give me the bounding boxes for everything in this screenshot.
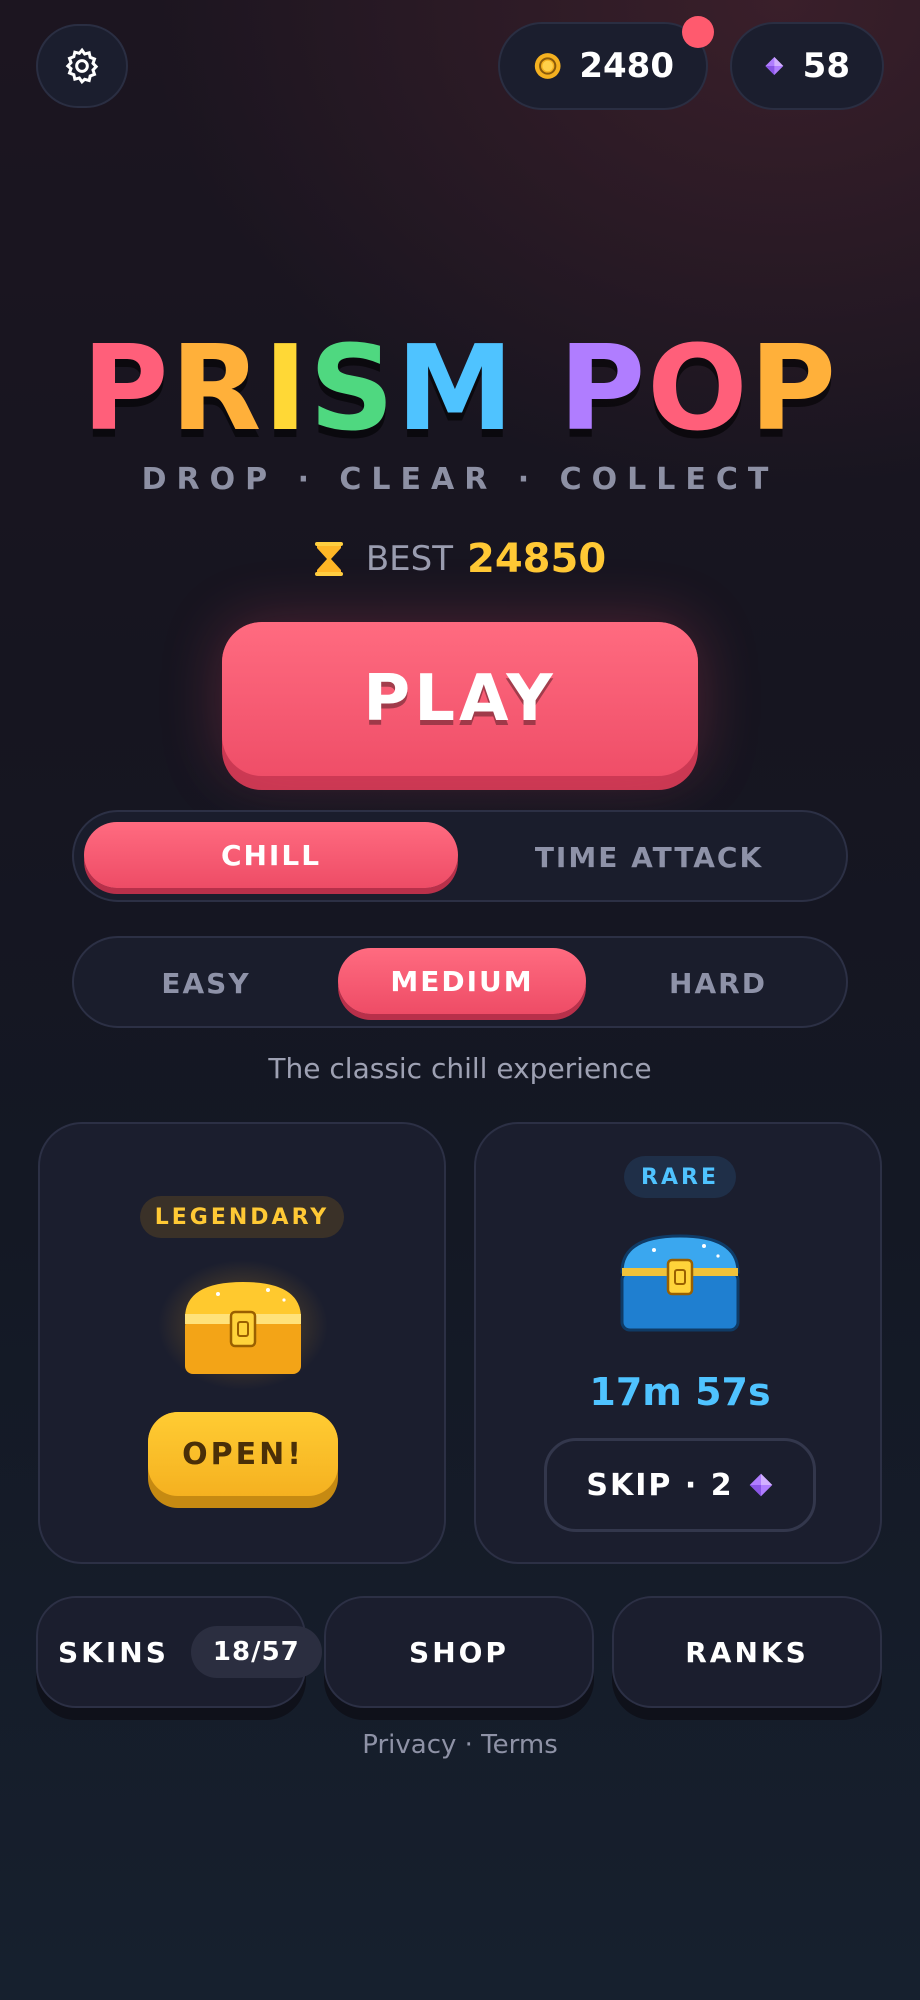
coin-balance[interactable]: 2480 bbox=[498, 22, 708, 110]
legendary-chest-card[interactable]: LEGENDARY OPEN! bbox=[38, 1122, 446, 1564]
gem-balance[interactable]: 58 bbox=[730, 22, 884, 110]
footer-separator: · bbox=[464, 1730, 473, 1760]
open-chest-label: OPEN! bbox=[148, 1412, 338, 1496]
title-letter: O bbox=[647, 319, 750, 457]
difficulty-option-medium[interactable]: MEDIUM bbox=[338, 948, 586, 1014]
title-letter: P bbox=[558, 319, 648, 457]
skins-face: SKINS 18/57 bbox=[36, 1596, 322, 1708]
rare-chest-card[interactable]: RARE 17m 57s SKIP · 2 bbox=[474, 1122, 882, 1564]
game-title: PRISM POP bbox=[0, 318, 920, 458]
best-score: BEST 24850 bbox=[0, 536, 920, 582]
settings-button[interactable] bbox=[36, 24, 128, 108]
skip-button[interactable]: SKIP · 2 bbox=[544, 1438, 816, 1532]
best-value: 24850 bbox=[467, 536, 607, 582]
coin-count: 2480 bbox=[579, 46, 674, 86]
legendary-badge: LEGENDARY bbox=[140, 1196, 344, 1238]
gear-icon bbox=[65, 47, 99, 85]
skip-label: SKIP · 2 bbox=[586, 1467, 734, 1503]
title-letter: R bbox=[170, 319, 264, 457]
title-letter: I bbox=[263, 319, 310, 457]
play-button[interactable]: PLAY bbox=[222, 622, 698, 790]
mode-description: The classic chill experience bbox=[268, 1052, 652, 1085]
mode-selector: CHILL TIME ATTACK bbox=[72, 810, 848, 902]
footer-links: Privacy · Terms bbox=[0, 1730, 920, 1760]
title-letter: S bbox=[309, 319, 397, 457]
shop-label: SHOP bbox=[324, 1596, 594, 1708]
chest-timer: 17m 57s bbox=[589, 1370, 771, 1414]
title-letter: M bbox=[396, 319, 516, 457]
notification-dot bbox=[682, 16, 714, 48]
ranks-label: RANKS bbox=[612, 1596, 882, 1708]
mode-option-chill[interactable]: CHILL bbox=[84, 822, 458, 888]
skins-label: SKINS bbox=[58, 1635, 169, 1669]
gem-count: 58 bbox=[802, 46, 850, 86]
play-label: PLAY bbox=[222, 622, 698, 776]
skins-count: 18/57 bbox=[190, 1626, 322, 1678]
title-letter: P bbox=[749, 319, 839, 457]
rare-chest-icon bbox=[620, 1234, 740, 1332]
title-letter bbox=[516, 319, 559, 457]
terms-link[interactable]: Terms bbox=[481, 1730, 558, 1760]
game-subtitle: DROP · CLEAR · COLLECT bbox=[141, 462, 779, 497]
best-label: BEST bbox=[365, 539, 453, 579]
difficulty-option-hard[interactable]: HARD bbox=[598, 948, 838, 1018]
gem-icon bbox=[749, 1473, 772, 1497]
open-chest-button[interactable]: OPEN! bbox=[148, 1412, 338, 1508]
shop-button[interactable]: SHOP bbox=[324, 1596, 594, 1720]
coin-icon bbox=[534, 53, 561, 79]
hourglass-icon bbox=[314, 542, 343, 576]
mode-option-time-attack[interactable]: TIME ATTACK bbox=[462, 822, 836, 892]
ranks-button[interactable]: RANKS bbox=[612, 1596, 882, 1720]
gem-icon bbox=[765, 57, 784, 75]
difficulty-selector: EASY MEDIUM HARD bbox=[72, 936, 848, 1028]
rare-badge: RARE bbox=[624, 1156, 736, 1198]
skins-button[interactable]: SKINS 18/57 bbox=[36, 1596, 322, 1720]
title-letter: P bbox=[81, 319, 171, 457]
legendary-chest-icon bbox=[158, 1260, 328, 1390]
difficulty-option-easy[interactable]: EASY bbox=[86, 948, 326, 1018]
privacy-link[interactable]: Privacy bbox=[362, 1730, 456, 1760]
